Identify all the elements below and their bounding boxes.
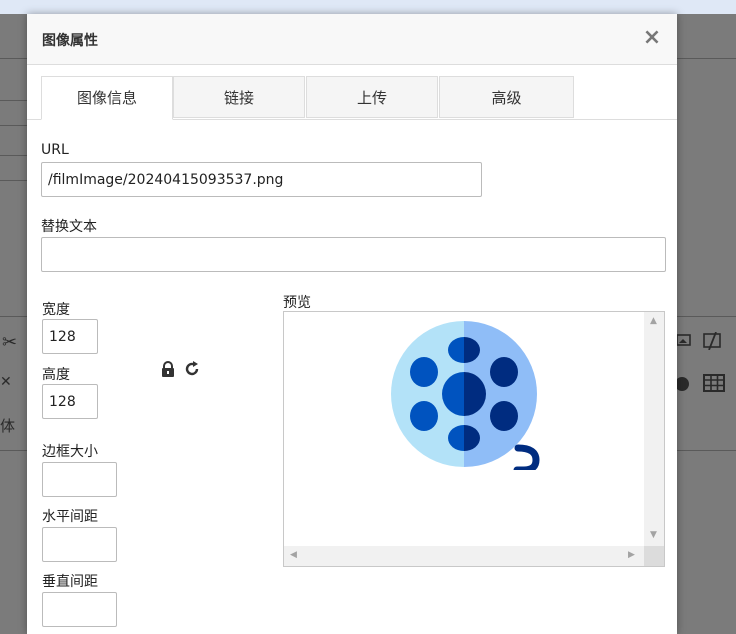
editor-divider	[0, 180, 27, 181]
alt-text-input[interactable]	[41, 237, 666, 272]
preview-vertical-scrollbar[interactable]: ▲ ▼	[644, 312, 664, 546]
border-input[interactable]	[42, 462, 117, 497]
vspace-label: 垂直间距	[42, 574, 98, 590]
scroll-down-icon[interactable]: ▼	[650, 530, 657, 540]
hspace-input[interactable]	[42, 527, 117, 562]
tab-advanced[interactable]: 高级	[439, 76, 574, 118]
lock-icon[interactable]	[159, 360, 177, 378]
alt-text-label: 替换文本	[41, 219, 97, 235]
flash-icon[interactable]	[703, 332, 723, 350]
preview-label: 预览	[283, 295, 311, 311]
hspace-label: 水平间距	[42, 509, 98, 525]
scrollbar-corner	[644, 546, 664, 566]
editor-divider	[0, 450, 27, 451]
tab-image-info[interactable]: 图像信息	[41, 76, 173, 120]
close-icon[interactable]: ×	[640, 24, 664, 52]
tab-link[interactable]: 链接	[173, 76, 305, 118]
width-label: 宽度	[42, 302, 70, 318]
preview-horizontal-scrollbar[interactable]: ◀ ▶	[284, 546, 644, 566]
editor-divider	[0, 155, 27, 156]
image-icon[interactable]	[676, 332, 692, 348]
browser-top-bar	[0, 0, 736, 14]
scroll-up-icon[interactable]: ▲	[650, 316, 657, 326]
height-input[interactable]	[42, 384, 98, 419]
editor-divider	[677, 450, 736, 451]
editor-divider	[0, 125, 27, 126]
editor-divider	[0, 58, 27, 59]
editor-divider	[677, 58, 736, 59]
scroll-right-icon[interactable]: ▶	[628, 550, 635, 560]
film-reel-icon	[391, 321, 540, 470]
remove-format-icon[interactable]: ✕	[0, 374, 12, 390]
editor-divider	[0, 100, 27, 101]
preview-box: ▲ ▼ ◀ ▶	[283, 311, 665, 567]
cut-icon[interactable]: ✂	[2, 332, 17, 353]
image-properties-dialog: 图像属性 × 图像信息 链接 上传 高级 URL 替换文本 宽度 高度 边框大小…	[27, 14, 677, 634]
width-input[interactable]	[42, 319, 98, 354]
vspace-input[interactable]	[42, 592, 117, 627]
reset-size-icon[interactable]	[183, 360, 201, 378]
url-label: URL	[41, 142, 69, 158]
scroll-left-icon[interactable]: ◀	[290, 550, 297, 560]
url-input[interactable]	[41, 162, 482, 197]
table-icon[interactable]	[703, 374, 725, 392]
height-label: 高度	[42, 367, 70, 383]
editor-divider	[677, 316, 736, 317]
font-fragment: 体	[0, 417, 16, 435]
dialog-title: 图像属性	[42, 33, 98, 49]
tab-upload[interactable]: 上传	[306, 76, 438, 118]
dialog-header: 图像属性 ×	[27, 14, 677, 65]
editor-divider	[0, 316, 27, 317]
border-label: 边框大小	[42, 444, 98, 460]
